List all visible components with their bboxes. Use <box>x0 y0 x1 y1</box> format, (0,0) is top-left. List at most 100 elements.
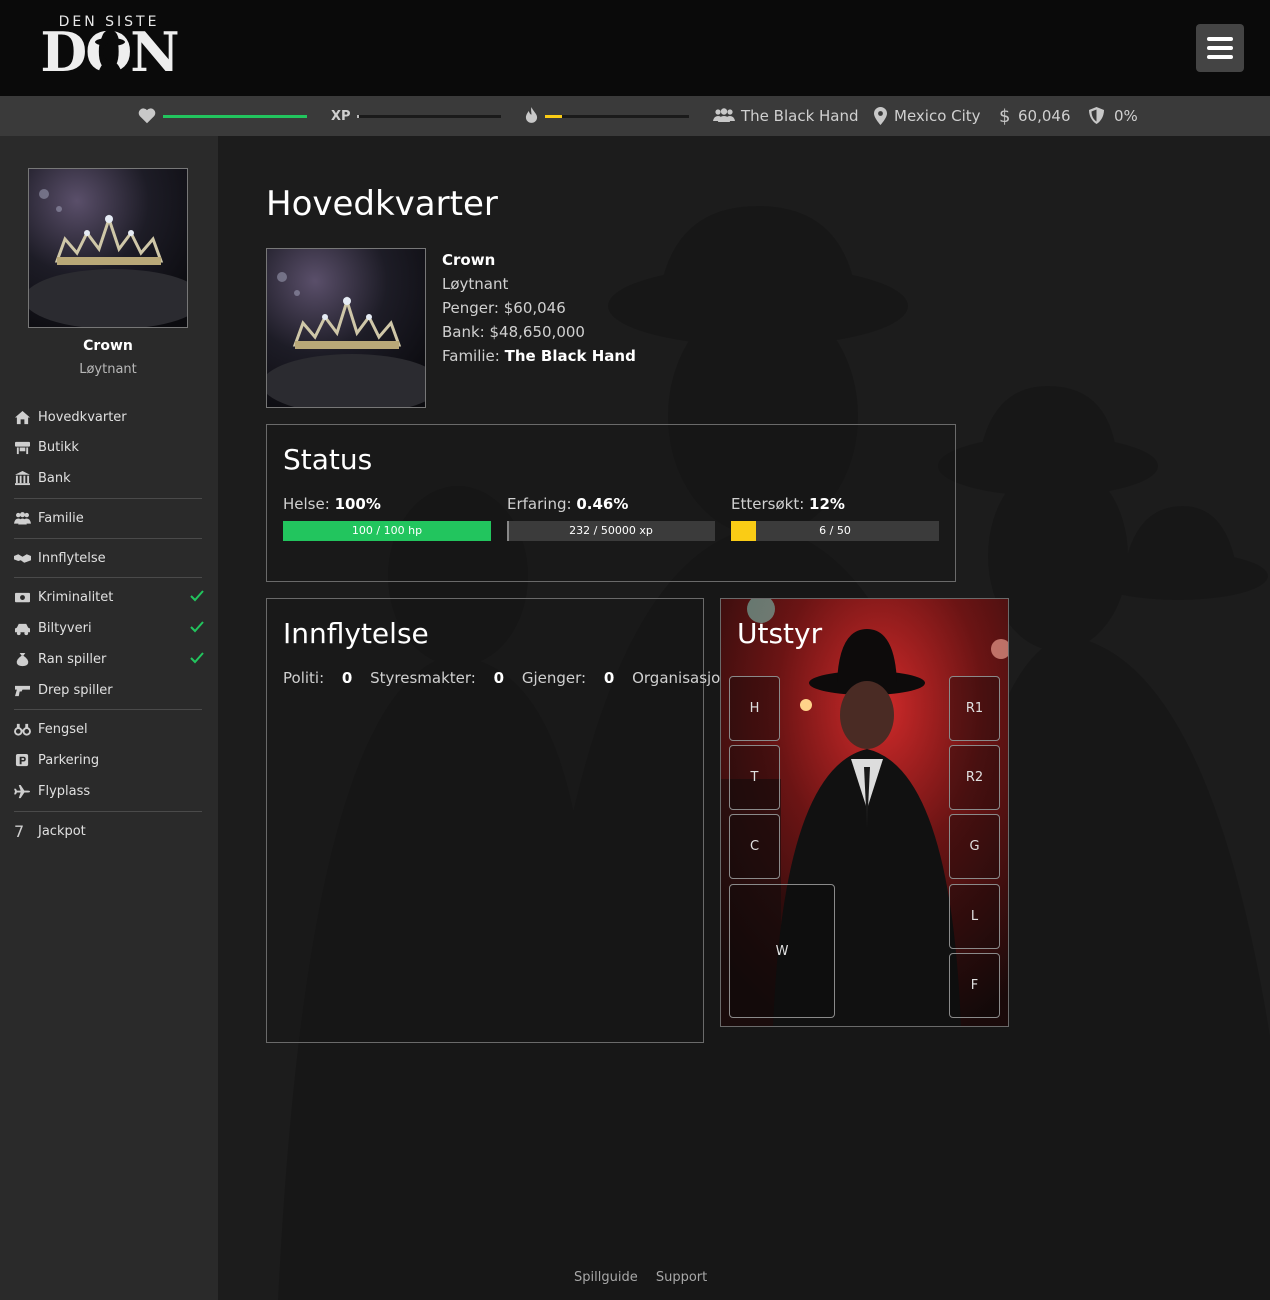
avatar[interactable] <box>28 168 188 328</box>
equipment-slot-gloves[interactable]: G <box>949 814 1000 879</box>
wanted-progress-bar: 6 / 50 <box>731 521 939 541</box>
profile-money: Penger: $60,046 <box>442 296 636 320</box>
sidebar-item-label: Butikk <box>38 439 79 455</box>
sidebar-item-jackpot[interactable]: 7 Jackpot <box>14 820 204 842</box>
influence-values: Politi: 0 Styresmakter: 0 Gjenger: 0 Org… <box>283 669 778 687</box>
heart-icon <box>138 108 156 124</box>
bank-icon <box>14 470 38 486</box>
mobster-silhouette-icon <box>95 30 125 80</box>
family-name[interactable]: The Black Hand <box>741 96 859 136</box>
police-value: 0 <box>341 669 353 687</box>
bank-label: Bank: <box>442 323 485 341</box>
profile-avatar[interactable] <box>266 248 426 408</box>
health-stat: Helse: 100% 100 / 100 hp <box>283 495 491 541</box>
menu-line-icon <box>1207 46 1233 50</box>
profile-family: Familie: The Black Hand <box>442 344 636 368</box>
health-mini-bar <box>163 115 307 118</box>
check-icon <box>190 621 204 633</box>
player-name: Crown <box>83 338 133 354</box>
sidebar-item-label: Innflytelse <box>38 550 106 566</box>
sidebar-item-label: Kriminalitet <box>38 589 114 605</box>
top-header: DEN SISTE DON <box>0 0 1270 96</box>
menu-line-icon <box>1207 55 1233 59</box>
shop-icon <box>14 439 38 455</box>
influence-police: Politi: 0 <box>283 669 352 687</box>
sidebar-item-parkering[interactable]: Parkering <box>14 749 204 771</box>
footer-links: Spillguide Support <box>574 1270 721 1285</box>
crown-image <box>267 249 425 407</box>
check-icon <box>190 590 204 602</box>
sidebar-item-ran-spiller[interactable]: Ran spiller <box>14 648 204 670</box>
equipment-slot-head[interactable]: H <box>729 676 780 741</box>
check-icon <box>190 652 204 664</box>
profile-info: Crown Løytnant Penger: $60,046 Bank: $48… <box>442 248 636 368</box>
influence-card: Innflytelse Politi: 0 Styresmakter: 0 Gj… <box>266 598 778 1043</box>
health-progress-text: 100 / 100 hp <box>351 524 423 537</box>
nav-divider <box>14 577 202 578</box>
money-bag-icon <box>14 651 38 667</box>
fire-icon <box>525 107 538 123</box>
site-logo[interactable]: DEN SISTE DON <box>28 14 190 82</box>
users-icon <box>713 108 735 122</box>
equipment-slot-weapon[interactable]: W <box>729 884 835 1018</box>
profile-bank: Bank: $48,650,000 <box>442 320 636 344</box>
dollar-icon: $ <box>999 105 1011 127</box>
money-label: Penger: <box>442 299 499 317</box>
cash-amount: 60,046 <box>1018 107 1071 125</box>
equipment-card: Utstyr H T C W R1 R2 G L F <box>720 598 1009 1027</box>
current-city[interactable]: Mexico City <box>894 96 981 136</box>
sidebar-item-bank[interactable]: Bank <box>14 467 204 489</box>
equipment-slot-feet[interactable]: F <box>949 953 1000 1018</box>
shield-icon <box>1089 107 1104 124</box>
binoculars-icon <box>14 721 38 737</box>
equipment-slot-coat[interactable]: C <box>729 814 780 879</box>
sidebar-item-label: Fengsel <box>38 721 88 737</box>
government-value: 0 <box>493 669 505 687</box>
sidebar-item-biltyveri[interactable]: Biltyveri <box>14 617 204 639</box>
wanted-label: Ettersøkt: <box>731 495 805 513</box>
equipment-title: Utstyr <box>737 617 823 650</box>
sidebar-item-butikk[interactable]: Butikk <box>14 436 204 458</box>
sidebar-item-innflytelse[interactable]: Innflytelse <box>14 547 204 569</box>
sidebar-item-label: Familie <box>38 510 84 526</box>
bank-value: $48,650,000 <box>489 323 585 341</box>
equipment-slot-ring-2[interactable]: R2 <box>949 745 1000 810</box>
parking-icon <box>14 752 38 768</box>
support-link[interactable]: Support <box>656 1270 707 1285</box>
equipment-slot-legs[interactable]: L <box>949 884 1000 949</box>
page-title: Hovedkvarter <box>266 184 498 224</box>
wanted-stat: Ettersøkt: 12% 6 / 50 <box>731 495 939 541</box>
heat-mini-bar <box>545 115 689 118</box>
influence-title: Innflytelse <box>283 617 429 650</box>
wanted-progress-text: 6 / 50 <box>819 524 851 537</box>
guide-link[interactable]: Spillguide <box>574 1270 638 1285</box>
xp-stat: Erfaring: 0.46% 232 / 50000 xp <box>507 495 715 541</box>
hamburger-menu-button[interactable] <box>1196 24 1244 72</box>
sidebar-item-kriminalitet[interactable]: Kriminalitet <box>14 586 204 608</box>
sidebar-item-drep-spiller[interactable]: Drep spiller <box>14 679 204 701</box>
xp-label: XP <box>331 108 351 124</box>
xp-mini-bar <box>357 115 501 118</box>
health-value: 100% <box>334 495 381 513</box>
crown-image <box>29 169 187 327</box>
sidebar-item-label: Bank <box>38 470 71 486</box>
xp-value: 0.46% <box>576 495 629 513</box>
sidebar-item-fengsel[interactable]: Fengsel <box>14 718 204 740</box>
equipment-slot-torso[interactable]: T <box>729 745 780 810</box>
nav-divider <box>14 811 202 812</box>
government-label: Styresmakter: <box>370 669 476 687</box>
car-icon <box>14 620 38 636</box>
xp-progress-text: 232 / 50000 xp <box>569 524 653 537</box>
sidebar-item-familie[interactable]: Familie <box>14 507 204 529</box>
health-progress-bar: 100 / 100 hp <box>283 521 491 541</box>
equipment-slot-ring-1[interactable]: R1 <box>949 676 1000 741</box>
status-title: Status <box>283 443 373 476</box>
users-icon <box>14 510 38 526</box>
status-card: Status Helse: 100% 100 / 100 hp Erfaring… <box>266 424 956 582</box>
plane-icon <box>14 783 38 799</box>
family-link[interactable]: The Black Hand <box>505 347 636 365</box>
profile-rank: Løytnant <box>442 275 509 293</box>
player-stats-bar: XP The Black Hand Mexico City $ 60,046 0… <box>0 96 1270 136</box>
sidebar-item-hovedkvarter[interactable]: Hovedkvarter <box>14 406 204 428</box>
sidebar-item-flyplass[interactable]: Flyplass <box>14 780 204 802</box>
